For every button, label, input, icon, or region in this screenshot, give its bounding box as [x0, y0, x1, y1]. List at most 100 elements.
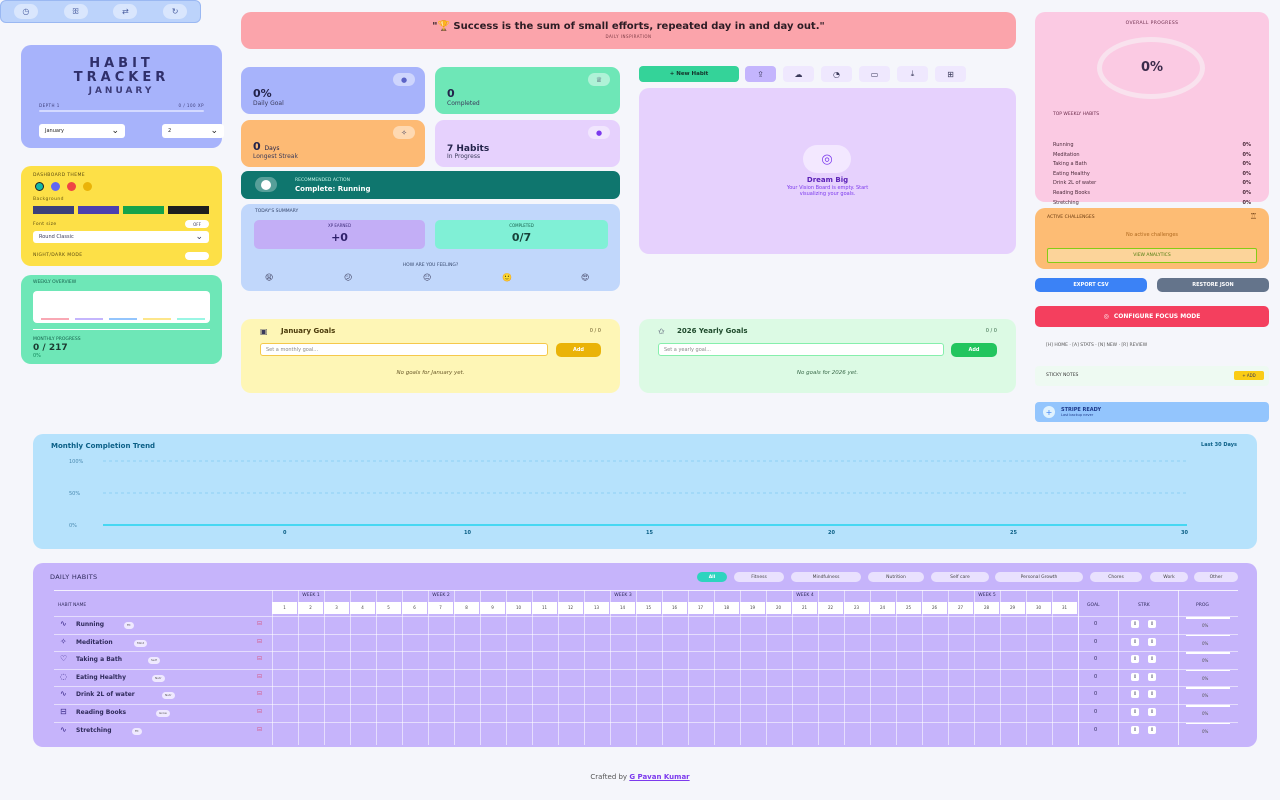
- book-icon: ⊟: [60, 707, 67, 716]
- filter-chip[interactable]: Work: [1150, 572, 1188, 582]
- summary-caption: TODAY'S SUMMARY: [255, 209, 299, 214]
- habit-name[interactable]: Meditation: [76, 639, 113, 646]
- habit-progress: 0%: [1202, 693, 1209, 699]
- habit-goal: 0: [1094, 621, 1098, 627]
- delete-icon[interactable]: ⊟: [257, 655, 262, 662]
- habit-name[interactable]: Eating Healthy: [76, 674, 126, 681]
- day-header: 18: [714, 602, 739, 614]
- mood-neutral[interactable]: 😐: [423, 273, 431, 282]
- habit-progress: 0%: [1202, 623, 1209, 628]
- cloud-icon[interactable]: ☁: [783, 66, 814, 82]
- delete-icon[interactable]: ⊟: [257, 673, 262, 680]
- grid-hline: [54, 668, 1238, 670]
- timer-icon[interactable]: ◔: [821, 66, 852, 82]
- stat-completed: ♕ 0 Completed: [435, 67, 620, 114]
- streak-box: 0: [1148, 655, 1156, 664]
- stat-label: Completed: [447, 100, 480, 107]
- add-monthly-goal-button[interactable]: Add: [556, 343, 601, 357]
- arrows-icon[interactable]: ⇄: [113, 4, 138, 19]
- mood-bad[interactable]: 😕: [344, 273, 352, 282]
- people-icon[interactable]: ꕥ: [63, 4, 88, 19]
- star-icon: ✩: [658, 327, 665, 336]
- x-tick-label: 0: [283, 530, 287, 536]
- filter-chip[interactable]: Self care: [931, 572, 989, 582]
- filter-chip[interactable]: Fitness: [734, 572, 784, 582]
- sticky-add-button[interactable]: + ADD: [1234, 371, 1264, 380]
- habit-progress: 0%: [1202, 675, 1209, 681]
- yearly-goal-input[interactable]: Set a yearly goal...: [658, 343, 944, 356]
- habit-tag: Grow: [156, 710, 170, 717]
- restore-json-button[interactable]: RESTORE JSON: [1157, 278, 1269, 292]
- author-link[interactable]: G Pavan Kumar: [629, 773, 689, 781]
- habit-name[interactable]: Running: [76, 621, 104, 628]
- day-header: 6: [402, 602, 427, 614]
- clock-icon[interactable]: ◷: [13, 4, 38, 19]
- filter-chip[interactable]: Personal Growth: [995, 572, 1083, 582]
- habit-tag: Nutr: [152, 674, 165, 682]
- stat-value: 0: [447, 87, 455, 100]
- theme-color-indigo[interactable]: [51, 182, 60, 191]
- habit-name[interactable]: Taking a Bath: [76, 656, 122, 663]
- refresh-icon[interactable]: ↻: [163, 4, 188, 19]
- filter-chip[interactable]: Mindfulness: [791, 572, 861, 582]
- mood-great[interactable]: 😍: [581, 273, 589, 282]
- bg-swatch-2[interactable]: [78, 206, 119, 214]
- book-icon[interactable]: ⊞: [935, 66, 966, 82]
- day-header: 31: [1052, 602, 1077, 614]
- bg-swatch-1[interactable]: [33, 206, 74, 214]
- new-habit-button[interactable]: + New Habit: [639, 66, 739, 82]
- filter-chip[interactable]: Chores: [1090, 572, 1142, 582]
- progress-bar: [1186, 634, 1230, 637]
- monthly-goal-input[interactable]: Set a monthly goal...: [260, 343, 548, 356]
- mood-awful[interactable]: 😫: [265, 273, 273, 282]
- bg-swatch-3[interactable]: [123, 206, 164, 214]
- top-habit-pct: 0%: [1242, 199, 1252, 206]
- download-icon[interactable]: ⤓: [897, 66, 928, 82]
- add-yearly-goal-button[interactable]: Add: [951, 343, 997, 357]
- delete-icon[interactable]: ⊟: [257, 690, 262, 697]
- monthly-goals-card: ▣ January Goals 0 / 0 Set a monthly goal…: [241, 319, 620, 393]
- habit-name[interactable]: Reading Books: [76, 709, 126, 716]
- font-toggle[interactable]: OFF: [185, 220, 209, 228]
- archive-icon[interactable]: ▭: [859, 66, 890, 82]
- xp-label: 0 / 100 XP: [178, 103, 204, 108]
- theme-color-yellow[interactable]: [83, 182, 92, 191]
- view-analytics-button[interactable]: VIEW ANALYTICS: [1047, 248, 1257, 263]
- xp-earned-box: XP EARNED +0: [254, 220, 425, 249]
- habit-name[interactable]: Drink 2L of water: [76, 691, 135, 698]
- month-select[interactable]: January ⌄: [39, 124, 125, 138]
- configure-focus-button[interactable]: ◎ CONFIGURE FOCUS MODE: [1035, 306, 1269, 327]
- mood-good[interactable]: 🙂: [502, 273, 512, 282]
- top-habit-name: Drink 2L of water: [1053, 180, 1097, 187]
- delete-icon[interactable]: ⊟: [257, 638, 262, 645]
- quote-subtitle: DAILY INSPIRATION: [605, 34, 652, 39]
- trend-chart: 100% 50% 0% 0 10 15 20 25 30: [69, 459, 1188, 536]
- habit-name[interactable]: Stretching: [76, 727, 112, 734]
- upload-icon[interactable]: ⇪: [745, 66, 776, 82]
- filter-chip[interactable]: Nutrition: [868, 572, 924, 582]
- top-habit-name: Meditation: [1053, 151, 1080, 158]
- overall-caption: OVERALL PROGRESS: [1125, 21, 1179, 26]
- delete-icon[interactable]: ⊟: [257, 620, 262, 627]
- challenge-icon: ♖: [1249, 212, 1257, 221]
- x-tick-label: 30: [1181, 530, 1188, 536]
- theme-color-red[interactable]: [67, 182, 76, 191]
- sparkle-icon: ✧: [60, 636, 67, 646]
- year-select[interactable]: 2 ⌄: [162, 124, 224, 138]
- recommended-action[interactable]: RECOMMENDED ACTION Complete: Running: [241, 171, 620, 199]
- day-header: 23: [844, 602, 869, 614]
- font-select[interactable]: Round Classic ⌄: [33, 231, 209, 243]
- night-mode-toggle[interactable]: [185, 252, 209, 260]
- delete-icon[interactable]: ⊟: [257, 708, 262, 715]
- day-header: 4: [350, 602, 375, 614]
- export-csv-button[interactable]: EXPORT CSV: [1035, 278, 1147, 292]
- filter-chip[interactable]: All: [697, 572, 727, 582]
- delete-icon[interactable]: ⊟: [257, 726, 262, 733]
- calendar-icon: ▣: [260, 327, 268, 336]
- week-header: WEEK 1: [302, 593, 320, 598]
- bg-swatch-4[interactable]: [168, 206, 209, 214]
- filter-chip[interactable]: Other: [1194, 572, 1238, 582]
- level-label: DEPTH 1: [39, 103, 60, 108]
- theme-color-teal[interactable]: [35, 182, 44, 191]
- background-label: Background: [33, 197, 64, 202]
